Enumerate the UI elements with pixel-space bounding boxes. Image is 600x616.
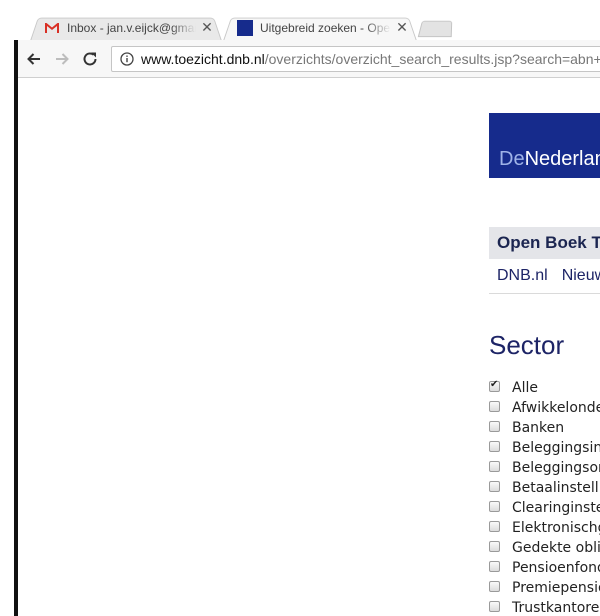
sector-label: Premiepensioeninstellingen	[512, 580, 600, 596]
sector-checkbox[interactable]	[489, 561, 500, 572]
tab-uitgebreid-zoeken[interactable]: Uitgebreid zoeken - Open Boek Toezicht ✕	[223, 15, 417, 41]
window-edge	[14, 40, 18, 616]
back-button[interactable]	[21, 46, 47, 72]
sector-label: Pensioenfondsen	[512, 560, 600, 576]
section-title-bar: Open Boek Toezicht	[489, 227, 600, 259]
sector-checkbox[interactable]	[489, 441, 500, 452]
new-tab-button[interactable]	[417, 20, 453, 38]
logo-prefix: De	[499, 148, 525, 170]
sub-navigation: DNB.nl Nieuws	[489, 259, 600, 294]
forward-button[interactable]	[49, 46, 75, 72]
subnav-link-nieuws[interactable]: Nieuws	[562, 267, 600, 285]
sector-filter-list: Alle Afwikkelondernemingen Banken Belegging…	[489, 378, 600, 616]
url-text: www.toezicht.dnb.nl/overzichts/overzicht…	[141, 51, 600, 67]
sector-checkbox[interactable]	[489, 401, 500, 412]
sector-option[interactable]: Trustkantoren	[489, 598, 600, 616]
sector-checkbox[interactable]	[489, 421, 500, 432]
url-path: /overzichts/overzicht_search_results.jsp…	[264, 51, 600, 67]
tab-inbox[interactable]: Inbox - jan.v.eijck@gmail.com ✕	[30, 15, 222, 41]
sector-option[interactable]: Beleggingsinstellingen	[489, 438, 600, 458]
info-icon[interactable]	[120, 52, 134, 66]
sector-checkbox[interactable]	[489, 581, 500, 592]
close-tab-icon[interactable]: ✕	[200, 21, 214, 35]
sector-checkbox[interactable]	[489, 461, 500, 472]
sector-option[interactable]: Beleggingsondernemingen	[489, 458, 600, 478]
sector-label: Clearinginstellingen	[512, 500, 600, 516]
sector-label: Banken	[512, 420, 565, 436]
browser-toolbar: www.toezicht.dnb.nl/overzichts/overzicht…	[15, 40, 600, 78]
sector-checkbox[interactable]	[489, 379, 500, 392]
dnb-header-banner[interactable]: DeNederlandsche Bank	[489, 113, 600, 178]
sector-label: Gedekte obligaties	[512, 540, 600, 556]
sector-option[interactable]: Clearinginstellingen	[489, 498, 600, 518]
sector-label: Trustkantoren	[512, 600, 600, 616]
tab-strip: Inbox - jan.v.eijck@gmail.com ✕ Uitgebre…	[0, 0, 600, 41]
sector-label: Alle	[512, 380, 538, 396]
reload-icon	[83, 51, 97, 65]
tab-title: Uitgebreid zoeken - Open Boek Toezicht	[260, 21, 391, 35]
sector-checkbox[interactable]	[489, 521, 500, 532]
sector-checkbox[interactable]	[489, 481, 500, 492]
reload-button[interactable]	[77, 46, 103, 72]
sector-checkbox[interactable]	[489, 501, 500, 512]
sector-option[interactable]: Banken	[489, 418, 600, 438]
sector-option[interactable]: Gedekte obligaties	[489, 538, 600, 558]
address-bar[interactable]: www.toezicht.dnb.nl/overzichts/overzicht…	[111, 46, 600, 72]
sector-option[interactable]: Betaalinstellingen	[489, 478, 600, 498]
section-title: Open Boek Toezicht	[497, 233, 600, 252]
sector-option[interactable]: Elektronischgeldinstellingen	[489, 518, 600, 538]
sector-label: Afwikkelondernemingen	[512, 400, 600, 416]
subnav-link-dnb[interactable]: DNB.nl	[497, 267, 548, 285]
sector-option[interactable]: Afwikkelondernemingen	[489, 398, 600, 418]
forward-arrow-icon	[56, 52, 69, 65]
sector-option[interactable]: Alle	[489, 378, 600, 398]
sector-checkbox[interactable]	[489, 541, 500, 552]
sector-label: Beleggingsondernemingen	[512, 460, 600, 476]
sector-label: Beleggingsinstellingen	[512, 440, 600, 456]
back-arrow-icon	[27, 52, 40, 65]
logo-main: Nederlandsche Bank	[524, 148, 600, 170]
sector-label: Elektronischgeldinstellingen	[512, 520, 600, 536]
sector-label: Betaalinstellingen	[512, 480, 600, 496]
sector-option[interactable]: Premiepensioeninstellingen	[489, 578, 600, 598]
tab-title: Inbox - jan.v.eijck@gmail.com	[67, 21, 196, 35]
sector-heading: Sector	[489, 330, 565, 360]
close-tab-icon[interactable]: ✕	[395, 21, 409, 35]
dnb-logo[interactable]: DeNederlandsche Bank	[499, 148, 600, 171]
sector-option[interactable]: Pensioenfondsen	[489, 558, 600, 578]
dnb-favicon	[237, 20, 253, 36]
sector-checkbox[interactable]	[489, 601, 500, 612]
gmail-icon	[45, 23, 59, 33]
url-host: www.toezicht.dnb.nl	[141, 51, 265, 67]
